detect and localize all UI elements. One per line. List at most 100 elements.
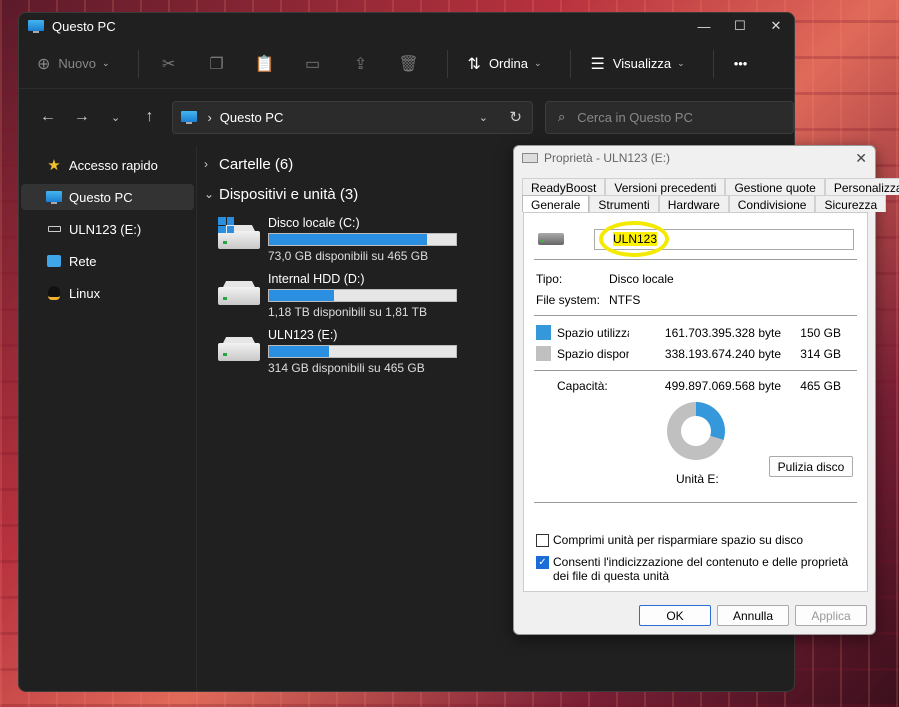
delete-icon[interactable]: 🗑 [398, 54, 418, 74]
drive-name-field[interactable]: ULN123 [594, 220, 854, 257]
refresh-icon[interactable]: ↻ [509, 108, 522, 126]
sidebar-item-label: Questo PC [69, 189, 133, 205]
free-space-gb: 314 GB [800, 346, 841, 361]
command-bar: ⊕ Nuovo ⌄ ✂ ❐ 📋 ▭ ⇪ 🗑 ⇅ Ordina ⌄ ☰ Visua… [19, 39, 794, 89]
sidebar-item-this-pc[interactable]: Questo PC [21, 184, 194, 210]
drive-usage-fill [269, 290, 335, 301]
indexing-checkbox[interactable]: ✓ [536, 556, 549, 569]
group-header-devices[interactable]: ⌄ Dispositivi e unità (3) [204, 181, 457, 207]
usb-drive-icon [45, 226, 63, 232]
drive-usage-fill [269, 346, 330, 357]
drive-name: Disco locale (C:) [268, 216, 360, 230]
rename-icon[interactable]: ▭ [303, 54, 323, 74]
used-space-gb: 150 GB [800, 325, 841, 340]
tab-general[interactable]: Generale [522, 195, 590, 212]
recent-locations-icon[interactable]: ⌄ [99, 111, 133, 124]
tab-customize[interactable]: Personalizza [824, 178, 899, 195]
tab-quota[interactable]: Gestione quote [725, 178, 825, 195]
separator [137, 49, 139, 78]
sidebar-item-label: Linux [69, 285, 101, 301]
plus-circle-icon: ⊕ [37, 55, 51, 73]
hard-drive-icon [218, 281, 260, 309]
chevron-down-icon: ⌄ [677, 58, 685, 68]
used-space-bytes: 161.703.395.328 byte [664, 325, 781, 340]
minimize-button[interactable]: — [686, 13, 722, 39]
address-row: ← → ⌄ ↑ › Questo PC ⌄ ↻ ⌕ Cerca in Quest… [19, 89, 794, 145]
group-title: Dispositivi e unità (3) [219, 185, 359, 203]
address-bar[interactable]: › Questo PC ⌄ ↻ [172, 100, 533, 134]
type-value: Disco locale [609, 271, 674, 286]
more-options-button[interactable]: ••• [734, 56, 748, 71]
this-pc-icon [45, 190, 63, 204]
tab-readyboost[interactable]: ReadyBoost [522, 178, 606, 195]
drive-name: ULN123 (E:) [268, 328, 338, 342]
sidebar-item-linux[interactable]: Linux [21, 280, 194, 306]
hard-drive-icon [538, 233, 564, 245]
free-space-swatch [536, 346, 551, 361]
view-list-icon: ☰ [590, 55, 605, 73]
main-content: › Cartelle (6) ⌄ Dispositivi e unità (3)… [204, 151, 457, 375]
close-button[interactable]: ✕ [758, 13, 794, 39]
drive-name-value: ULN123 [613, 231, 658, 246]
close-icon[interactable]: ✕ [855, 150, 867, 167]
back-arrow-icon[interactable]: ← [31, 108, 65, 126]
paste-icon[interactable]: 📋 [255, 54, 275, 74]
general-tab-panel: ULN123 Tipo: Disco locale File system: N… [523, 212, 868, 592]
chevron-down-icon: ⌄ [533, 58, 542, 68]
tab-sharing[interactable]: Condivisione [728, 195, 816, 212]
sidebar-item-network[interactable]: Rete [21, 248, 194, 274]
forward-arrow-icon[interactable]: → [65, 108, 99, 126]
new-button[interactable]: ⊕ Nuovo ⌄ [37, 54, 110, 74]
new-label: Nuovo [58, 56, 96, 71]
search-input[interactable]: ⌕ Cerca in Questo PC [544, 100, 794, 134]
free-space-label: Spazio disponibile: [557, 346, 629, 361]
group-header-folders[interactable]: › Cartelle (6) [204, 151, 457, 177]
search-placeholder: Cerca in Questo PC [577, 109, 693, 125]
disk-usage-donut-chart [666, 402, 725, 460]
chevron-down-icon: ⌄ [204, 187, 215, 201]
windows-drive-icon [218, 217, 260, 253]
hard-drive-icon [218, 337, 260, 365]
capacity-bytes: 499.897.069.568 byte [664, 378, 781, 393]
title-bar: Questo PC — ☐ ✕ [19, 13, 794, 39]
separator [446, 49, 448, 78]
drive-item[interactable]: Disco locale (C:) 73,0 GB disponibili su… [204, 213, 457, 263]
tab-security[interactable]: Sicurezza [815, 195, 887, 212]
breadcrumb-this-pc[interactable]: Questo PC [220, 110, 284, 125]
drive-name: Internal HDD (D:) [268, 272, 365, 286]
disk-cleanup-button[interactable]: Pulizia disco [769, 456, 853, 477]
indexing-label: Consenti l'indicizzazione del contenuto … [553, 555, 849, 583]
ok-button[interactable]: OK [639, 605, 711, 626]
star-icon: ★ [47, 157, 61, 174]
tab-row-upper: ReadyBoost Versioni precedenti Gestione … [514, 178, 899, 195]
apply-button[interactable]: Applica [795, 605, 867, 626]
navigation-pane: ★ Accesso rapido Questo PC ULN123 (E:) R… [19, 146, 197, 691]
chevron-right-icon: › [204, 157, 208, 171]
up-arrow-icon[interactable]: ↑ [133, 108, 167, 126]
cancel-button[interactable]: Annulla [717, 605, 789, 626]
copy-icon[interactable]: ❐ [207, 54, 227, 74]
address-history-chevron-icon[interactable]: ⌄ [479, 111, 488, 124]
used-space-swatch [536, 325, 551, 340]
compress-checkbox[interactable] [536, 534, 549, 547]
sort-button[interactable]: ⇅ Ordina ⌄ [468, 54, 542, 74]
sidebar-item-label: ULN123 (E:) [69, 221, 142, 237]
sidebar-item-quick-access[interactable]: ★ Accesso rapido [21, 152, 194, 178]
drive-item[interactable]: ULN123 (E:) 314 GB disponibili su 465 GB [204, 325, 457, 375]
linux-penguin-icon [45, 286, 63, 300]
tab-hardware[interactable]: Hardware [658, 195, 729, 212]
separator [712, 49, 714, 78]
capacity-gb: 465 GB [800, 378, 841, 393]
network-icon [45, 255, 63, 267]
view-button[interactable]: ☰ Visualizza ⌄ [591, 54, 685, 74]
cut-icon[interactable]: ✂ [159, 54, 179, 74]
file-system-value: NTFS [609, 292, 641, 307]
search-icon: ⌕ [557, 109, 566, 124]
tab-previous-versions[interactable]: Versioni precedenti [605, 178, 726, 195]
breadcrumb-chevron-icon: › [207, 109, 212, 125]
sidebar-item-uln123[interactable]: ULN123 (E:) [21, 216, 194, 242]
maximize-button[interactable]: ☐ [722, 13, 758, 39]
share-icon[interactable]: ⇪ [351, 54, 371, 74]
drive-item[interactable]: Internal HDD (D:) 1,18 TB disponibili su… [204, 269, 457, 319]
tab-tools[interactable]: Strumenti [589, 195, 659, 212]
